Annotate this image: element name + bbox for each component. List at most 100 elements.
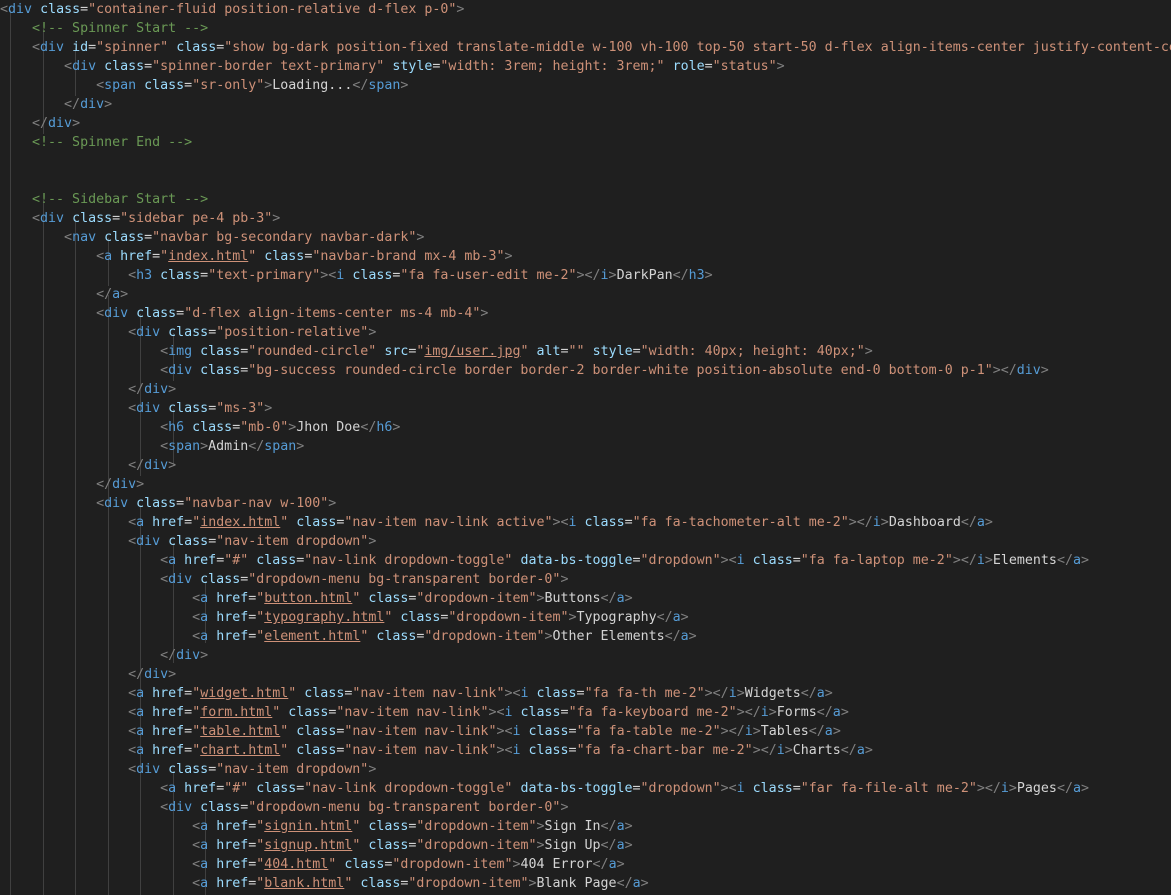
code-token-txt: Loading... (272, 78, 353, 93)
code-line[interactable]: </div> (0, 456, 1171, 475)
code-line[interactable]: <div class="bg-success rounded-circle bo… (0, 361, 1171, 380)
code-token-lnk[interactable]: index.html (168, 249, 248, 264)
code-token-tag: span (264, 439, 297, 454)
code-line[interactable]: <div class="nav-item dropdown"> (0, 760, 1171, 779)
code-token-pnc: </ (32, 116, 49, 131)
code-token-tag: a (816, 686, 825, 701)
code-line[interactable]: <span>Admin</span> (0, 437, 1171, 456)
code-line[interactable]: </div> (0, 475, 1171, 494)
code-line[interactable]: <div class="position-relative"> (0, 323, 1171, 342)
code-line[interactable]: <a href="index.html" class="nav-item nav… (0, 513, 1171, 532)
code-token-lnk[interactable]: blank.html (264, 876, 344, 891)
code-token-lnk[interactable]: chart.html (200, 743, 280, 758)
code-token-tag: div (144, 382, 169, 397)
code-line[interactable]: <div class="container-fluid position-rel… (0, 0, 1171, 19)
code-token-str: "sr-only" (192, 78, 265, 93)
code-token-str: "dropdown-item" (392, 857, 513, 872)
code-token-txt: Sign Up (544, 838, 601, 853)
code-line[interactable]: </div> (0, 114, 1171, 133)
code-token-tag: a (200, 629, 209, 644)
code-line[interactable] (0, 152, 1171, 171)
code-line[interactable]: <a href="404.html" class="dropdown-item"… (0, 855, 1171, 874)
code-token-txt: Blank Page (536, 876, 617, 891)
code-line[interactable]: </div> (0, 665, 1171, 684)
code-line[interactable]: <!-- Spinner End --> (0, 133, 1171, 152)
code-line[interactable]: <a href="#" class="nav-link dropdown-tog… (0, 779, 1171, 798)
code-line[interactable]: <a href="index.html" class="navbar-brand… (0, 247, 1171, 266)
code-line[interactable]: <div class="sidebar pe-4 pb-3"> (0, 209, 1171, 228)
code-token-attr: href (216, 819, 249, 834)
code-line[interactable]: <h3 class="text-primary"><i class="fa fa… (0, 266, 1171, 285)
code-line[interactable]: <a href="#" class="nav-link dropdown-tog… (0, 551, 1171, 570)
code-line[interactable]: <span class="sr-only">Loading...</span> (0, 76, 1171, 95)
code-line[interactable]: </div> (0, 646, 1171, 665)
code-line[interactable]: </div> (0, 95, 1171, 114)
code-token-attr: href (152, 743, 185, 758)
code-token-pnc: </ (664, 629, 681, 644)
code-line[interactable]: <div class="ms-3"> (0, 399, 1171, 418)
code-token-lnk[interactable]: img/user.jpg (424, 344, 520, 359)
code-line[interactable]: <a href="form.html" class="nav-item nav-… (0, 703, 1171, 722)
code-line[interactable]: <a href="table.html" class="nav-item nav… (0, 722, 1171, 741)
code-token-lnk[interactable]: form.html (200, 705, 272, 720)
code-token-lnk[interactable]: element.html (264, 629, 360, 644)
code-token-pnc: > (704, 686, 713, 701)
code-content[interactable]: <div class="container-fluid position-rel… (0, 0, 1171, 895)
code-line[interactable]: <!-- Spinner Start --> (0, 19, 1171, 38)
code-line[interactable]: <a href="chart.html" class="nav-item nav… (0, 741, 1171, 760)
code-line[interactable]: <nav class="navbar bg-secondary navbar-d… (0, 228, 1171, 247)
code-editor[interactable]: <div class="container-fluid position-rel… (0, 0, 1171, 895)
code-line[interactable]: <div class="d-flex align-items-center ms… (0, 304, 1171, 323)
code-line[interactable]: <div class="spinner-border text-primary"… (0, 57, 1171, 76)
code-line[interactable]: <a href="element.html" class="dropdown-i… (0, 627, 1171, 646)
code-line[interactable]: <a href="signin.html" class="dropdown-it… (0, 817, 1171, 836)
code-line[interactable]: <a href="widget.html" class="nav-item na… (0, 684, 1171, 703)
code-line[interactable]: <a href="button.html" class="dropdown-it… (0, 589, 1171, 608)
code-line[interactable]: <a href="blank.html" class="dropdown-ite… (0, 874, 1171, 893)
code-token-attr: class (144, 78, 185, 93)
code-line[interactable]: <img class="rounded-circle" src="img/use… (0, 342, 1171, 361)
code-line[interactable] (0, 171, 1171, 190)
code-token-pnc: < (128, 268, 137, 283)
code-line[interactable]: <a href="typography.html" class="dropdow… (0, 608, 1171, 627)
code-line[interactable]: <a href="signup.html" class="dropdown-it… (0, 836, 1171, 855)
code-token-attr: href (184, 553, 217, 568)
code-line[interactable]: </div> (0, 380, 1171, 399)
code-line[interactable]: <div class="dropdown-menu bg-transparent… (0, 570, 1171, 589)
code-line[interactable]: <div class="navbar-nav w-100"> (0, 494, 1171, 513)
code-line[interactable]: </a> (0, 285, 1171, 304)
code-line[interactable]: <div id="spinner" class="show bg-dark po… (0, 38, 1171, 57)
code-token-tag: a (856, 743, 865, 758)
code-token-str: "#" (224, 781, 249, 796)
code-line[interactable]: <h6 class="mb-0">Jhon Doe</h6> (0, 418, 1171, 437)
code-line[interactable]: <div class="dropdown-menu bg-transparent… (0, 798, 1171, 817)
code-token-pnc: < (160, 800, 169, 815)
code-token-tag: a (200, 838, 209, 853)
code-line[interactable]: <div class="nav-item dropdown"> (0, 532, 1171, 551)
code-token-lnk[interactable]: button.html (264, 591, 352, 606)
code-token-eq: = (208, 762, 217, 777)
code-token-lnk[interactable]: 404.html (264, 857, 328, 872)
code-token-tag: a (136, 515, 145, 530)
code-line[interactable]: <!-- Sidebar Start --> (0, 190, 1171, 209)
code-token-lnk[interactable]: widget.html (200, 686, 288, 701)
code-token-tag: h6 (168, 420, 185, 435)
code-token-attr: href (152, 686, 185, 701)
code-token-lnk[interactable]: typography.html (264, 610, 384, 625)
code-token-pnc: > (536, 819, 545, 834)
code-token-lnk[interactable]: table.html (200, 724, 280, 739)
code-token-pnc: > (264, 401, 273, 416)
code-token-lnk[interactable]: signin.html (264, 819, 352, 834)
code-token-lnk[interactable]: signup.html (264, 838, 352, 853)
code-token-lnk[interactable]: index.html (200, 515, 280, 530)
code-token-eq: = (632, 344, 641, 359)
